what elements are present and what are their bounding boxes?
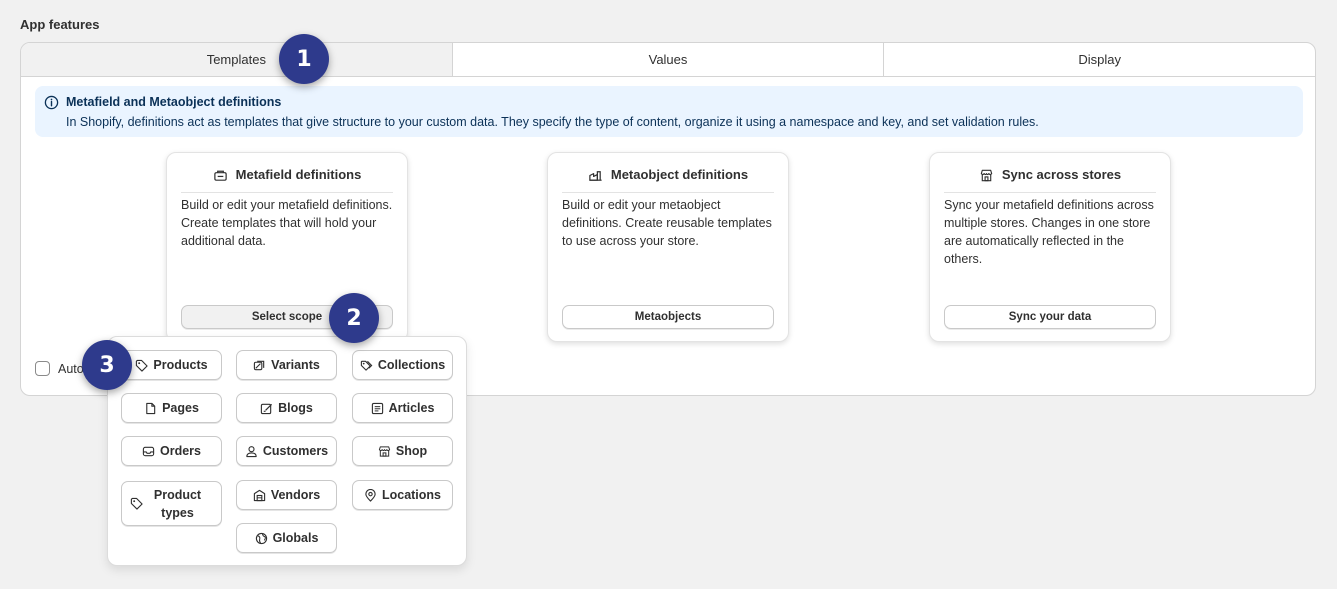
scope-globals-button[interactable]: Globals bbox=[236, 523, 337, 553]
info-banner: Metafield and Metaobject definitions In … bbox=[35, 86, 1303, 137]
article-icon bbox=[371, 402, 383, 414]
card-title: Metafield definitions bbox=[235, 167, 362, 182]
auto-checkbox-label: Auto bbox=[58, 361, 84, 376]
order-icon bbox=[142, 446, 155, 456]
step-badge-3: 3 bbox=[82, 340, 132, 390]
scope-orders-button[interactable]: Orders bbox=[121, 436, 222, 466]
step-badge-2: 2 bbox=[329, 293, 379, 343]
scope-locations-button[interactable]: Locations bbox=[352, 480, 453, 510]
scope-dropdown: Products Variants Collections Pages Blog… bbox=[107, 336, 467, 566]
info-icon bbox=[44, 95, 59, 110]
step-badge-1: 1 bbox=[279, 34, 329, 84]
metaobjects-button[interactable]: Metaobjects bbox=[562, 305, 774, 329]
collection-icon bbox=[360, 360, 373, 371]
sync-across-stores-card: Sync across stores Sync your metafield d… bbox=[929, 152, 1171, 342]
variants-icon bbox=[254, 360, 265, 370]
banner-title: Metafield and Metaobject definitions bbox=[66, 95, 282, 109]
scope-collections-button[interactable]: Collections bbox=[352, 350, 453, 380]
vendor-icon bbox=[253, 489, 265, 501]
card-description: Build or edit your metaobject definition… bbox=[562, 198, 772, 248]
tag-icon bbox=[136, 359, 149, 372]
tab-templates[interactable]: Templates bbox=[21, 43, 453, 76]
auto-checkbox[interactable] bbox=[35, 361, 50, 376]
scope-variants-button[interactable]: Variants bbox=[236, 350, 337, 380]
page-icon bbox=[146, 402, 156, 414]
card-title: Sync across stores bbox=[1001, 167, 1122, 182]
card-description: Sync your metafield definitions across m… bbox=[944, 198, 1154, 266]
tab-bar: Templates Values Display bbox=[21, 43, 1315, 77]
person-icon bbox=[246, 445, 257, 457]
card-title: Metaobject definitions bbox=[610, 167, 749, 182]
scope-vendors-button[interactable]: Vendors bbox=[236, 480, 337, 510]
card-description: Build or edit your metafield definitions… bbox=[181, 198, 393, 248]
scope-articles-button[interactable]: Articles bbox=[352, 393, 453, 423]
metaobject-icon bbox=[589, 171, 602, 181]
scope-shop-button[interactable]: Shop bbox=[352, 436, 453, 466]
store-icon bbox=[378, 445, 390, 457]
tag-icon bbox=[130, 497, 143, 510]
scope-product-types-button[interactable]: Product types bbox=[121, 481, 222, 526]
scope-blogs-button[interactable]: Blogs bbox=[236, 393, 337, 423]
scope-pages-button[interactable]: Pages bbox=[121, 393, 222, 423]
tab-values[interactable]: Values bbox=[453, 43, 885, 76]
store-icon bbox=[980, 169, 993, 182]
scope-customers-button[interactable]: Customers bbox=[236, 436, 337, 466]
section-title: App features bbox=[20, 17, 100, 32]
location-icon bbox=[365, 488, 376, 502]
globe-icon bbox=[255, 532, 267, 544]
banner-text: In Shopify, definitions act as templates… bbox=[66, 115, 1039, 129]
metafield-icon bbox=[213, 170, 227, 181]
tab-display[interactable]: Display bbox=[884, 43, 1315, 76]
auto-option: Auto bbox=[35, 361, 84, 376]
sync-your-data-button[interactable]: Sync your data bbox=[944, 305, 1156, 329]
metaobject-definitions-card: Metaobject definitions Build or edit you… bbox=[547, 152, 789, 342]
scope-products-button[interactable]: Products bbox=[121, 350, 222, 380]
blog-icon bbox=[260, 403, 273, 414]
